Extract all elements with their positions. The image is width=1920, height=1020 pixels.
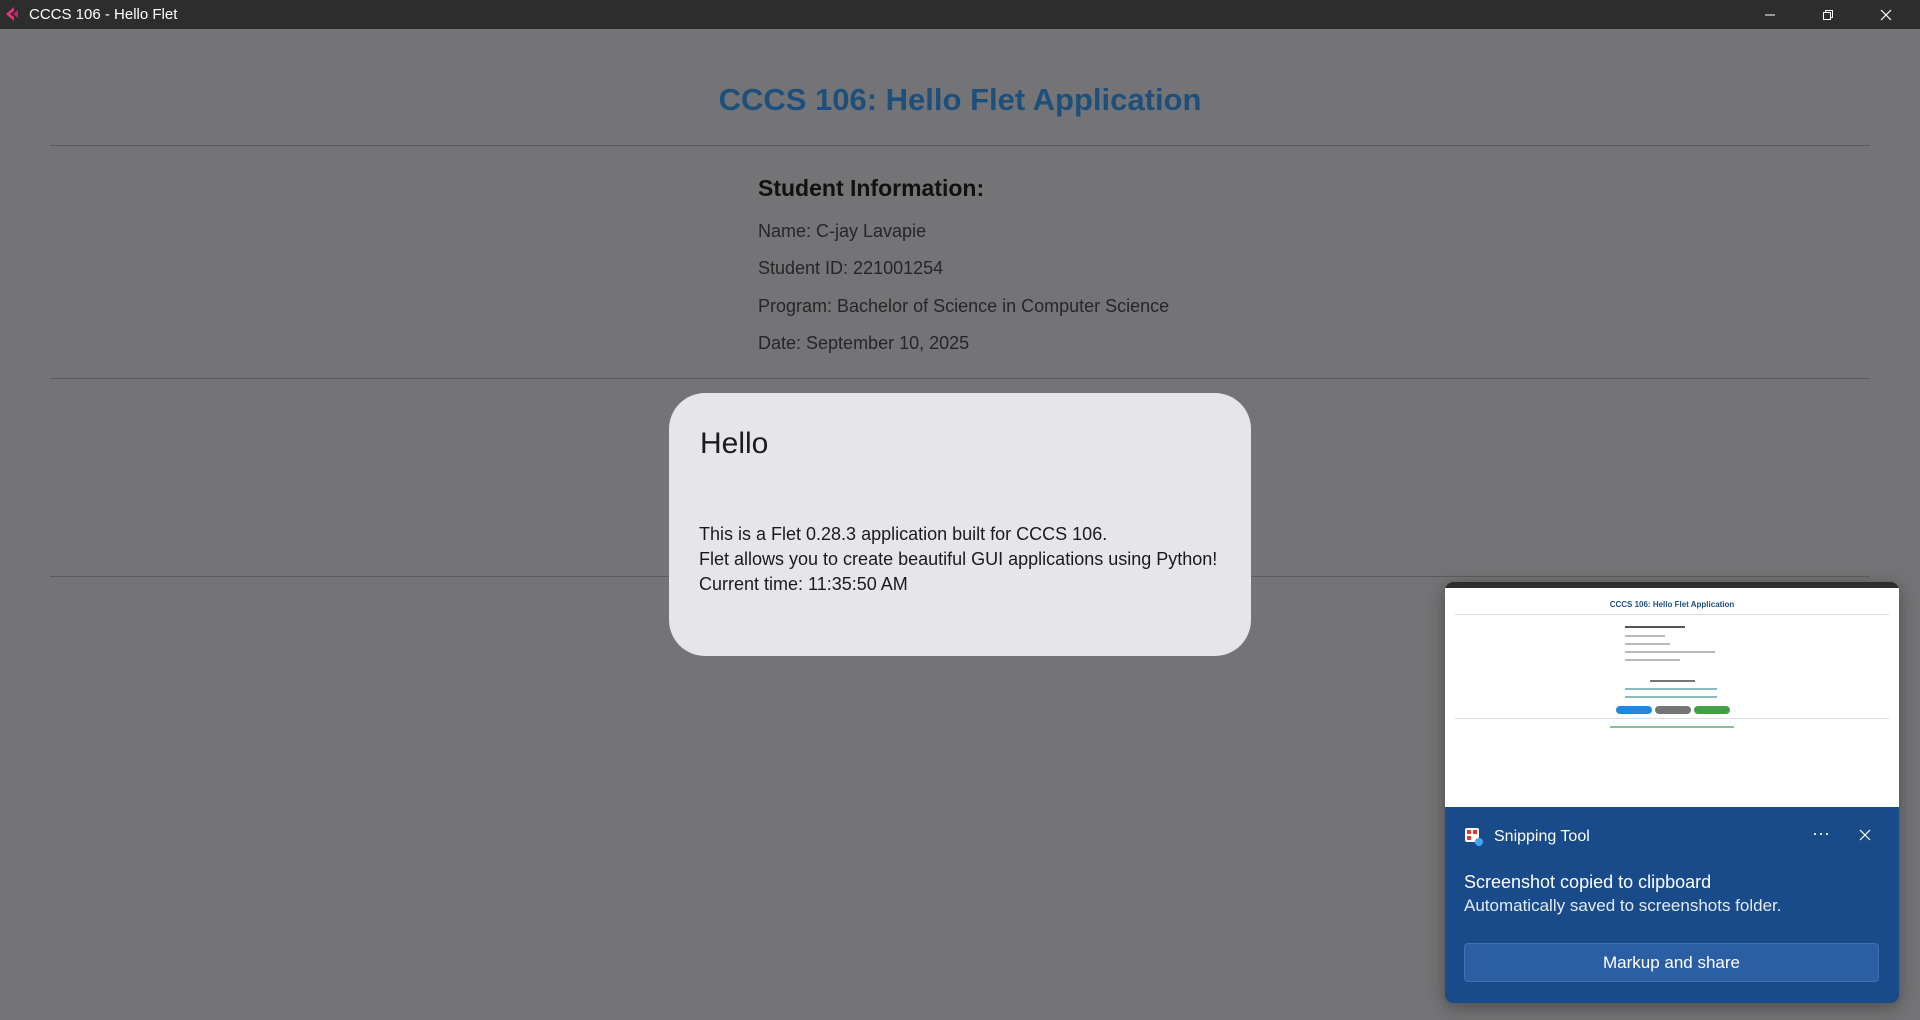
app-title: CCCS 106: Hello Flet Application — [718, 82, 1202, 117]
markup-and-share-button[interactable]: Markup and share — [1464, 943, 1879, 982]
notification-message: Screenshot copied to clipboard — [1464, 872, 1712, 892]
dialog-content: This is a Flet 0.28.3 application built … — [699, 522, 1217, 597]
title-bar: CCCS 106 - Hello Flet — [0, 0, 1920, 29]
hello-dialog: Hello This is a Flet 0.28.3 application … — [669, 393, 1251, 656]
notification-body: Snipping Tool ··· Screenshot copied to c… — [1445, 807, 1899, 1003]
window-title: CCCS 106 - Hello Flet — [29, 6, 178, 23]
thumbnail-button — [1616, 706, 1652, 714]
student-date: Date: September 10, 2025 — [758, 333, 970, 353]
close-button[interactable] — [1857, 0, 1915, 29]
minimize-icon — [1765, 14, 1775, 15]
screenshot-thumbnail[interactable]: CCCS 106: Hello Flet Application — [1445, 582, 1899, 807]
more-options-button[interactable]: ··· — [1805, 821, 1837, 849]
thumbnail-button — [1655, 706, 1691, 714]
thumbnail-text — [1625, 643, 1670, 645]
dialog-line: Flet allows you to create beautiful GUI … — [699, 549, 1218, 569]
notification-app-name: Snipping Tool — [1494, 828, 1590, 845]
dialog-line: This is a Flet 0.28.3 application built … — [699, 524, 1108, 544]
restore-button[interactable] — [1799, 0, 1857, 29]
thumbnail-divider — [1455, 718, 1889, 719]
restore-icon — [1823, 9, 1833, 20]
thumbnail-text — [1625, 688, 1717, 690]
thumbnail-text — [1610, 726, 1734, 728]
minimize-button[interactable] — [1741, 0, 1799, 29]
thumbnail-text — [1625, 651, 1715, 653]
thumbnail-text — [1625, 696, 1717, 698]
divider — [50, 145, 1870, 146]
thumbnail-title-bar — [1445, 582, 1899, 588]
notification-close-button[interactable] — [1851, 821, 1879, 849]
thumbnail-text — [1625, 659, 1680, 661]
snipping-tool-notification[interactable]: CCCS 106: Hello Flet Application Snippin… — [1445, 582, 1899, 1003]
flet-logo-icon — [4, 6, 20, 22]
close-icon — [1880, 9, 1892, 20]
student-name: Name: C-jay Lavapie — [758, 221, 927, 241]
notification-detail: Automatically saved to screenshots folde… — [1464, 896, 1782, 915]
snipping-tool-icon — [1464, 827, 1484, 847]
thumbnail-text — [1625, 635, 1665, 637]
student-info-heading: Student Information: — [758, 175, 985, 201]
thumbnail-text — [1650, 680, 1695, 682]
divider — [50, 378, 1870, 379]
thumbnail-button — [1694, 706, 1730, 714]
thumbnail-divider — [1455, 614, 1889, 615]
dialog-title: Hello — [700, 427, 769, 460]
close-icon — [1859, 829, 1871, 841]
thumbnail-app-title: CCCS 106: Hello Flet Application — [1609, 600, 1735, 609]
student-program: Program: Bachelor of Science in Computer… — [758, 296, 1170, 316]
student-id: Student ID: 221001254 — [758, 258, 944, 278]
dialog-current-time: Current time: 11:35:50 AM — [699, 574, 908, 594]
thumbnail-text — [1625, 626, 1685, 628]
